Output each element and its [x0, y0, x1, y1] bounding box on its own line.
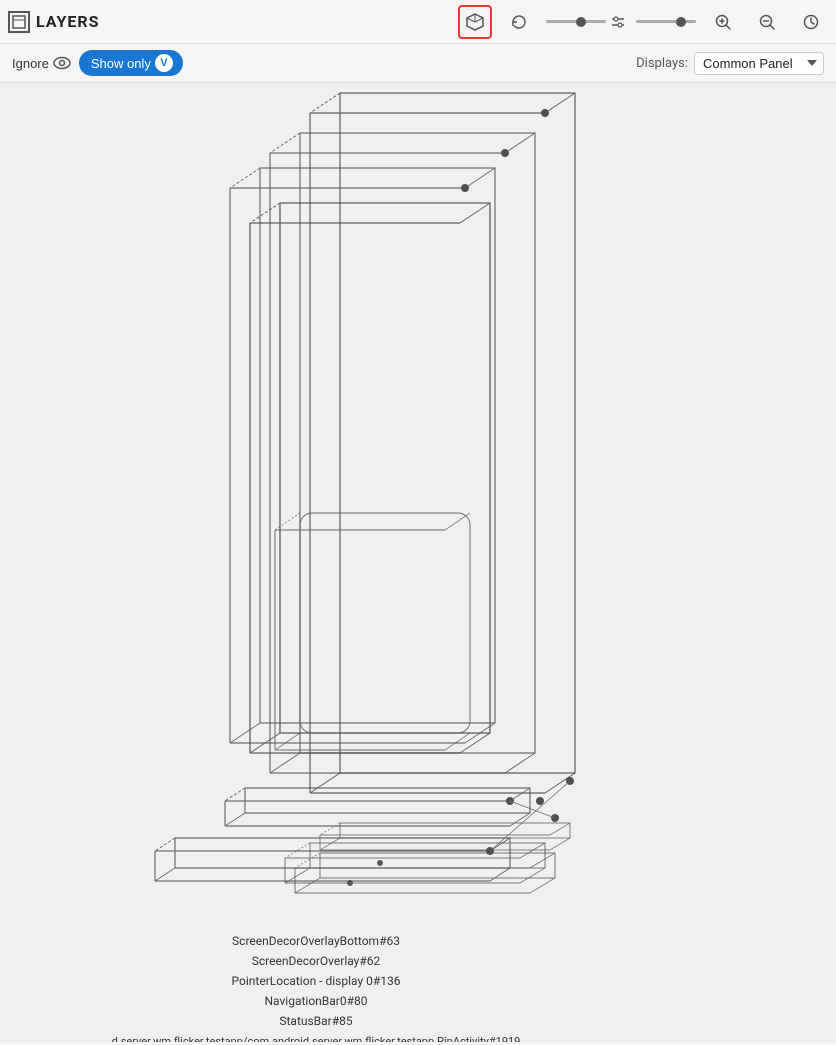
toolbar-right: [458, 5, 828, 39]
filter-left: Ignore Show only V: [12, 50, 183, 76]
layer-label-2: PointerLocation - display 0#136: [232, 974, 401, 988]
slider-track-1[interactable]: [546, 20, 606, 23]
slider-handle-2[interactable]: [676, 17, 686, 27]
layer-main: [250, 203, 490, 753]
layer-nav: [285, 843, 545, 886]
layer-visualization: ScreenDecorOverlayBottom#63 ScreenDecorO…: [0, 83, 836, 1042]
slider-handle-1[interactable]: [576, 17, 586, 27]
layers-panel-icon: [8, 11, 30, 33]
layer-label-3: NavigationBar0#80: [264, 994, 367, 1008]
eye-icon: [53, 56, 71, 70]
layer-pip: [275, 513, 470, 750]
3d-view-button[interactable]: [458, 5, 492, 39]
filter-right: Displays: Common Panel All Displays Disp…: [636, 52, 824, 75]
slider-group-1: [546, 14, 626, 30]
ignore-label: Ignore: [12, 56, 49, 71]
displays-label: Displays:: [636, 56, 688, 71]
slider-track-2[interactable]: [636, 20, 696, 23]
canvas-area[interactable]: ScreenDecorOverlayBottom#63 ScreenDecorO…: [0, 83, 836, 1042]
history-button[interactable]: [794, 5, 828, 39]
layer-statusbar: [295, 853, 555, 893]
show-only-button[interactable]: Show only V: [79, 50, 183, 76]
layer-decor: [225, 788, 559, 826]
layer-pointer: [320, 823, 570, 850]
zoom-out-button[interactable]: [750, 5, 784, 39]
zoom-in-button[interactable]: [706, 5, 740, 39]
show-only-badge: V: [155, 54, 173, 72]
layer-label-5: d.server.wm.flicker.testapp/com.android.…: [112, 1035, 521, 1042]
toolbar-left: LAYERS: [8, 11, 100, 33]
displays-select[interactable]: Common Panel All Displays Display 0 Disp…: [694, 52, 824, 75]
sliders-icon: [610, 14, 626, 30]
reset-button[interactable]: [502, 5, 536, 39]
ignore-button[interactable]: Ignore: [12, 56, 71, 71]
slider-group-2: [636, 20, 696, 23]
layer-label-4: StatusBar#85: [279, 1014, 353, 1028]
layer-label-1: ScreenDecorOverlay#62: [252, 954, 381, 968]
title-section: LAYERS: [8, 11, 100, 33]
page-title: LAYERS: [36, 12, 100, 31]
toolbar: LAYERS: [0, 0, 836, 44]
layer-label-0: ScreenDecorOverlayBottom#63: [232, 934, 400, 948]
filter-bar: Ignore Show only V Displays: Common Pane…: [0, 44, 836, 83]
show-only-label: Show only: [91, 56, 151, 71]
